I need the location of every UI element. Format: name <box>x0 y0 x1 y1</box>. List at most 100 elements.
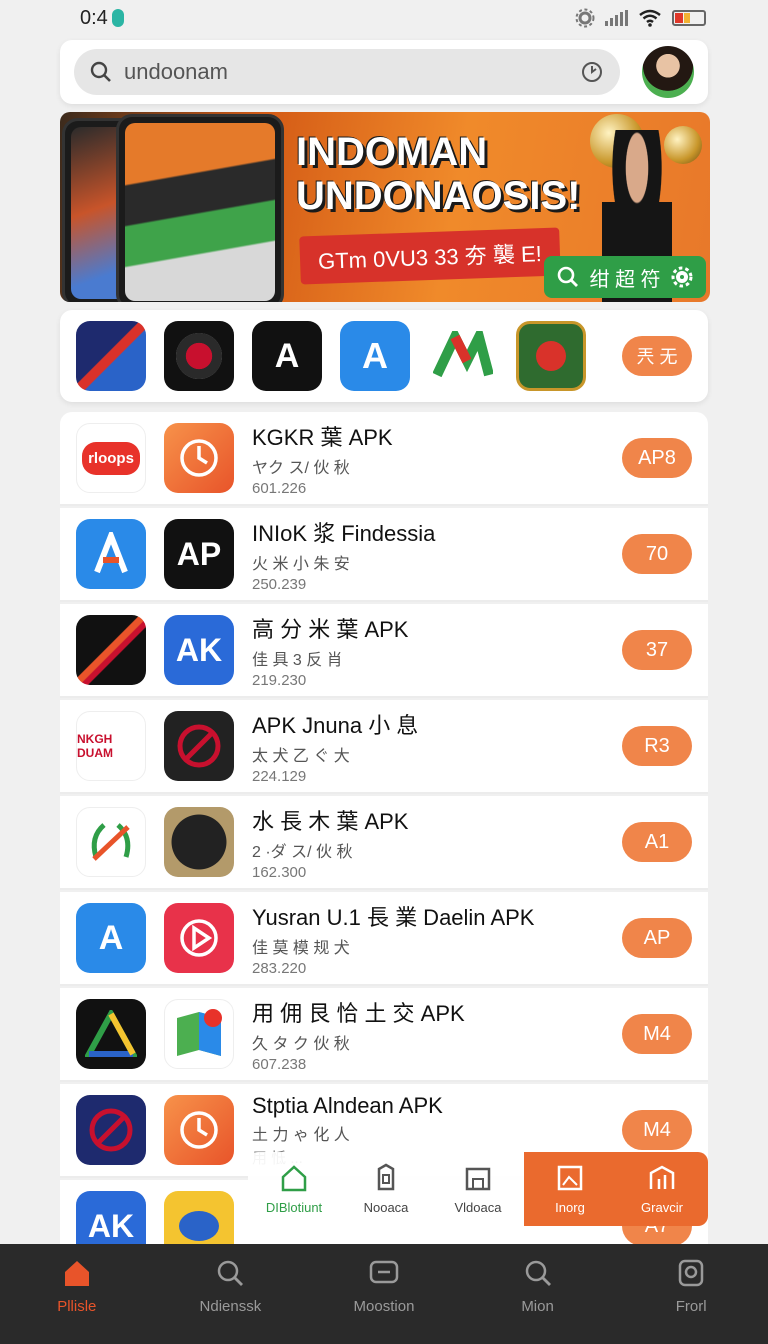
bottom-nav-item[interactable]: Mion <box>461 1258 615 1344</box>
app-icon-fighter-white[interactable]: NKGH DUAM <box>76 711 146 781</box>
app-action-badge[interactable]: AP8 <box>622 438 692 478</box>
app-download-count: 224.129 <box>252 767 307 785</box>
app-subtitle: 佳 具 3 反 肖 <box>252 651 343 669</box>
app-download-count: 601.226 <box>252 479 307 497</box>
user-avatar[interactable] <box>642 46 694 98</box>
floating-tab-label: Inorg <box>555 1200 585 1215</box>
app-icon-dark-dial[interactable] <box>164 321 234 391</box>
chart-icon <box>647 1163 677 1196</box>
app-info: 用 佣 艮 恰 土 交 APK 久 タ ク 伙 秋 607.238 <box>252 996 604 1073</box>
featured-app-strip: A A 兲 无 <box>60 310 708 402</box>
app-action-badge[interactable]: R3 <box>622 726 692 766</box>
app-icon-a-blue[interactable]: A <box>340 321 410 391</box>
app-icon-ap-black[interactable]: AP <box>164 519 234 589</box>
app-icon-play-red[interactable] <box>164 903 234 973</box>
history-icon[interactable] <box>580 60 604 84</box>
search-icon <box>215 1258 245 1292</box>
app-info: KGKR 葉 APK ヤク ス/ 伙 秋 601.226 <box>252 420 604 497</box>
app-icon-msg-red[interactable]: rloops <box>76 423 146 493</box>
app-list-item[interactable]: A Yusran U.1 長 業 Daelin APK 佳 莫 模 规 犬 28… <box>60 892 708 986</box>
app-info: Yusran U.1 長 業 Daelin APK 佳 莫 模 规 犬 283.… <box>252 900 604 977</box>
app-action-badge[interactable]: 70 <box>622 534 692 574</box>
app-info: INIoK 浆 Findessia 火 米 小 朱 安 250.239 <box>252 516 604 593</box>
app-action-badge[interactable]: AP <box>622 918 692 958</box>
app-action-badge[interactable]: A1 <box>622 822 692 862</box>
app-name: 高 分 米 葉 APK <box>252 616 409 642</box>
settings-gear-icon <box>575 8 595 28</box>
app-icon-maps-x[interactable] <box>164 999 234 1069</box>
cell-signal-icon <box>605 10 628 26</box>
app-name: Yusran U.1 長 業 Daelin APK <box>252 904 535 930</box>
app-icon-slash-dark[interactable] <box>164 711 234 781</box>
app-subtitle: 土 力 ゃ 化 人 <box>252 1126 350 1144</box>
app-icon-a-blue[interactable] <box>76 519 146 589</box>
app-download-count: 219.230 <box>252 671 307 689</box>
banner-promo-tag: GTm 0VU3 33 夯 襲 E! <box>299 227 561 285</box>
status-bar: 0:4 <box>0 0 768 36</box>
app-action-badge[interactable]: M4 <box>622 1110 692 1150</box>
app-name: 用 佣 艮 恰 土 交 APK <box>252 1000 465 1026</box>
app-subtitle: 太 犬 乙 ぐ 大 <box>252 747 350 765</box>
app-icon-green-red-arrow[interactable] <box>428 321 498 391</box>
banner-phone-image <box>116 114 284 302</box>
app-info: 水 長 木 葉 APK 2 ·ダ ス/ 伙 秋 162.300 <box>252 804 604 881</box>
strip-more-button[interactable]: 兲 无 <box>622 336 692 376</box>
profile-icon <box>676 1258 706 1292</box>
notification-dot-icon <box>111 9 124 27</box>
app-name: 水 長 木 葉 APK <box>252 808 409 834</box>
promo-banner[interactable]: INDOMAN UNDONAOSIS! GTm 0VU3 33 夯 襲 E! 绀… <box>60 112 710 302</box>
app-icon-ak-blue[interactable]: AK <box>164 615 234 685</box>
app-subtitle: 火 米 小 朱 安 <box>252 555 350 573</box>
app-list-item[interactable]: rloops KGKR 葉 APK ヤク ス/ 伙 秋 601.226 AP8 <box>60 412 708 506</box>
app-list-item[interactable]: AK 高 分 米 葉 APK 佳 具 3 反 肖 219.230 37 <box>60 604 708 698</box>
banner-title-line1: INDOMAN <box>296 130 488 174</box>
bottom-nav-item[interactable]: Moostion <box>307 1258 461 1344</box>
app-icon-clock-orange[interactable] <box>164 1095 234 1165</box>
wifi-icon <box>639 9 661 27</box>
floating-tab[interactable]: DIBlotiunt <box>248 1152 340 1226</box>
app-icon-ap-black[interactable]: A <box>252 321 322 391</box>
app-icon-a-tile-blue[interactable]: A <box>76 903 146 973</box>
app-icon-stripe-blue[interactable] <box>76 321 146 391</box>
app-icon-eagle-dark[interactable] <box>164 807 234 877</box>
bottom-nav-item[interactable]: Pllisle <box>0 1258 154 1344</box>
app-icon-a-triangle[interactable] <box>76 999 146 1069</box>
app-icon-clock-orange[interactable] <box>164 423 234 493</box>
search-icon <box>523 1258 553 1292</box>
bottom-nav-label: Moostion <box>353 1298 415 1315</box>
search-box[interactable] <box>74 49 620 95</box>
app-subtitle: 久 タ ク 伙 秋 <box>252 1035 350 1053</box>
chat-icon <box>368 1258 400 1292</box>
floating-tab[interactable]: Inorg <box>524 1152 616 1226</box>
app-info: APK Jnuna 小 息 太 犬 乙 ぐ 大 224.129 <box>252 708 604 785</box>
floating-tab-label: Vldoaca <box>454 1200 502 1215</box>
app-icon-wreath-white[interactable] <box>76 807 146 877</box>
app-subtitle: ヤク ス/ 伙 秋 <box>252 459 350 477</box>
app-name: Stptia Alndean APK <box>252 1092 443 1118</box>
app-download-count: 250.239 <box>252 575 307 593</box>
app-action-badge[interactable]: 37 <box>622 630 692 670</box>
floating-tab-label: Nooaca <box>363 1200 409 1215</box>
app-icon-slash-navy[interactable] <box>76 1095 146 1165</box>
app-name: INIoK 浆 Findessia <box>252 520 436 546</box>
app-list-item[interactable]: 水 長 木 葉 APK 2 ·ダ ス/ 伙 秋 162.300 A1 <box>60 796 708 890</box>
floating-tab[interactable]: Nooaca <box>340 1152 432 1226</box>
floating-tab-label: DIBlotiunt <box>265 1200 323 1215</box>
app-list-item[interactable]: NKGH DUAM APK Jnuna 小 息 太 犬 乙 ぐ 大 224.12… <box>60 700 708 794</box>
app-list-item[interactable]: AP INIoK 浆 Findessia 火 米 小 朱 安 250.239 7… <box>60 508 708 602</box>
app-action-badge[interactable]: M4 <box>622 1014 692 1054</box>
app-list-item[interactable]: 用 佣 艮 恰 土 交 APK 久 タ ク 伙 秋 607.238 M4 <box>60 988 708 1082</box>
app-icon-green-badge[interactable] <box>516 321 586 391</box>
bottom-nav-item[interactable]: Frorl <box>614 1258 768 1344</box>
bottom-navigation: Pllisle Ndienssk Moostion Mion Frorl <box>0 1244 768 1344</box>
bottom-nav-item[interactable]: Ndienssk <box>154 1258 308 1344</box>
folder-icon <box>463 1163 493 1196</box>
floating-tab[interactable]: Gravcir <box>616 1152 708 1226</box>
image-icon <box>555 1163 585 1196</box>
floating-tab[interactable]: Vldoaca <box>432 1152 524 1226</box>
app-subtitle: 2 ·ダ ス/ 伙 秋 <box>252 843 353 861</box>
search-input[interactable] <box>124 59 568 85</box>
banner-action-button[interactable]: 绀 超 符 <box>544 256 706 298</box>
app-download-count: 283.220 <box>252 959 307 977</box>
app-icon-stripe-dark[interactable] <box>76 615 146 685</box>
